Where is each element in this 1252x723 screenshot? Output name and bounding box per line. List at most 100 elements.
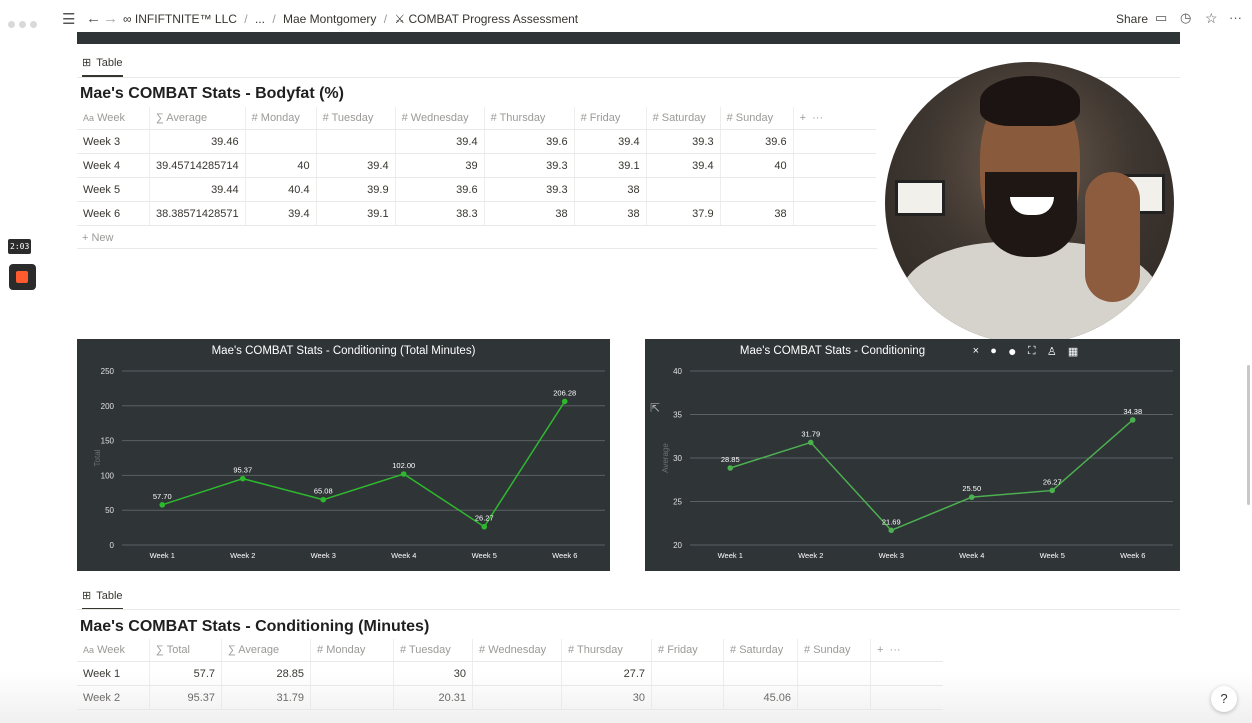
stop-recording-button[interactable]: [9, 264, 36, 290]
data-point[interactable]: [400, 471, 407, 477]
table-cell[interactable]: 39.44: [149, 177, 246, 202]
table-cell[interactable]: 30: [561, 685, 652, 710]
back-arrow-icon[interactable]: ←: [86, 10, 101, 27]
table-cell[interactable]: 40: [720, 153, 794, 178]
table-cell[interactable]: Week 5: [77, 177, 150, 202]
column-header-saturday[interactable]: # Saturday: [646, 107, 721, 130]
column-header-tuesday[interactable]: # Tuesday: [393, 639, 473, 662]
column-header-sunday[interactable]: # Sunday: [720, 107, 794, 130]
add-column-button[interactable]: + ···: [870, 639, 943, 662]
history-icon[interactable]: ◷: [1180, 10, 1191, 26]
table-cell[interactable]: 38: [484, 201, 575, 226]
table-cell[interactable]: 40.4: [245, 177, 317, 202]
help-button[interactable]: ?: [1211, 686, 1237, 712]
table-cell[interactable]: 95.37: [149, 685, 222, 710]
table-cell[interactable]: 30: [393, 661, 473, 686]
scrollbar[interactable]: [1247, 365, 1250, 505]
add-column-button[interactable]: + ···: [793, 107, 876, 130]
table-cell[interactable]: [472, 685, 562, 710]
column-header-average[interactable]: ∑ Average: [149, 107, 246, 130]
data-point[interactable]: [481, 523, 488, 530]
data-point[interactable]: [561, 398, 568, 405]
column-header-wednesday[interactable]: # Wednesday: [395, 107, 485, 130]
column-header-average[interactable]: ∑ Average: [221, 639, 311, 662]
tab-conditioning-table[interactable]: ⊞ Table: [82, 589, 123, 610]
tab-bodyfat-table[interactable]: ⊞ Table: [82, 56, 123, 77]
small-dot-icon[interactable]: ●: [990, 345, 997, 357]
person-icon[interactable]: ♙: [1047, 345, 1057, 358]
data-point[interactable]: [968, 494, 975, 500]
table-cell[interactable]: 39.46: [149, 129, 246, 154]
data-point[interactable]: [807, 439, 814, 446]
table-cell[interactable]: 39.4: [245, 201, 317, 226]
table-cell[interactable]: 39.1: [316, 201, 396, 226]
table-cell[interactable]: [797, 685, 871, 710]
data-point[interactable]: [320, 496, 327, 503]
new-row-button[interactable]: + New: [82, 232, 114, 244]
table-cell[interactable]: 39.3: [484, 153, 575, 178]
data-point[interactable]: [888, 527, 895, 534]
table-cell[interactable]: [646, 177, 721, 202]
column-header-monday[interactable]: # Monday: [245, 107, 317, 130]
table-row[interactable]: Week 4 39.45714285714 40 39.4 39 39.3 39.1 39.4…: [77, 153, 876, 178]
table-cell[interactable]: 39.45714285714: [149, 153, 246, 178]
forward-arrow-icon[interactable]: →: [103, 10, 118, 27]
large-dot-icon[interactable]: ●: [1008, 343, 1016, 359]
table-cell[interactable]: 39.6: [720, 129, 794, 154]
table-row[interactable]: Week 3 39.46 39.4 39.6 39.4 39.3 39.6: [77, 129, 876, 154]
table-cell[interactable]: 38.3: [395, 201, 485, 226]
table-cell[interactable]: 28.85: [221, 661, 311, 686]
column-header-friday[interactable]: # Friday: [651, 639, 724, 662]
table-cell[interactable]: [723, 661, 798, 686]
table-cell[interactable]: [245, 129, 317, 154]
table-cell[interactable]: 31.79: [221, 685, 311, 710]
data-point[interactable]: [1049, 487, 1056, 494]
column-header-monday[interactable]: # Monday: [310, 639, 394, 662]
window-controls[interactable]: [8, 15, 41, 33]
table-cell[interactable]: 38: [574, 201, 647, 226]
table-cell[interactable]: 39.9: [316, 177, 396, 202]
favorite-star-icon[interactable]: ☆: [1205, 10, 1218, 27]
table-cell[interactable]: 39: [395, 153, 485, 178]
table-cell[interactable]: [310, 661, 394, 686]
column-header-total[interactable]: ∑ Total: [149, 639, 222, 662]
webcam-bubble[interactable]: [885, 62, 1174, 344]
table-cell[interactable]: 39.4: [395, 129, 485, 154]
table-cell[interactable]: 39.3: [484, 177, 575, 202]
table-row[interactable]: Week 6 38.38571428571 39.4 39.1 38.3 38 38 37.9…: [77, 201, 876, 226]
data-point[interactable]: [159, 502, 166, 508]
table-cell[interactable]: 38.38571428571: [149, 201, 246, 226]
table-cell[interactable]: 39.1: [574, 153, 647, 178]
table-row[interactable]: Week 5 39.44 40.4 39.9 39.6 39.3 38: [77, 177, 876, 202]
table-cell[interactable]: [651, 685, 724, 710]
table-cell[interactable]: Week 6: [77, 201, 150, 226]
table-row[interactable]: Week 2 95.37 31.79 20.31 30 45.06: [77, 685, 943, 710]
breadcrumb-ellipsis[interactable]: ...: [255, 12, 265, 26]
fullscreen-icon[interactable]: ⛶: [1028, 345, 1036, 358]
table-cell[interactable]: 39.4: [646, 153, 721, 178]
table-cell[interactable]: [472, 661, 562, 686]
column-header-week[interactable]: Aa Week: [77, 639, 150, 662]
column-header-friday[interactable]: # Friday: [574, 107, 647, 130]
calendar-icon[interactable]: ▦: [1068, 345, 1078, 358]
table-cell[interactable]: 39.4: [316, 153, 396, 178]
table-cell[interactable]: Week 2: [77, 685, 150, 710]
column-header-thursday[interactable]: # Thursday: [561, 639, 652, 662]
breadcrumb-parent[interactable]: Mae Montgomery: [283, 12, 376, 26]
table-cell[interactable]: [720, 177, 794, 202]
more-options-icon[interactable]: ···: [1229, 10, 1242, 25]
table-cell[interactable]: 20.31: [393, 685, 473, 710]
table-cell[interactable]: Week 3: [77, 129, 150, 154]
table-cell[interactable]: 39.6: [484, 129, 575, 154]
share-button[interactable]: Share: [1116, 12, 1148, 26]
column-header-wednesday[interactable]: # Wednesday: [472, 639, 562, 662]
table-cell[interactable]: 45.06: [723, 685, 798, 710]
close-icon[interactable]: ×: [973, 345, 979, 357]
data-point[interactable]: [239, 475, 246, 482]
column-header-tuesday[interactable]: # Tuesday: [316, 107, 396, 130]
table-cell[interactable]: [310, 685, 394, 710]
table-cell[interactable]: Week 1: [77, 661, 150, 686]
table-cell[interactable]: 39.6: [395, 177, 485, 202]
table-cell[interactable]: 40: [245, 153, 317, 178]
column-header-sunday[interactable]: # Sunday: [797, 639, 871, 662]
